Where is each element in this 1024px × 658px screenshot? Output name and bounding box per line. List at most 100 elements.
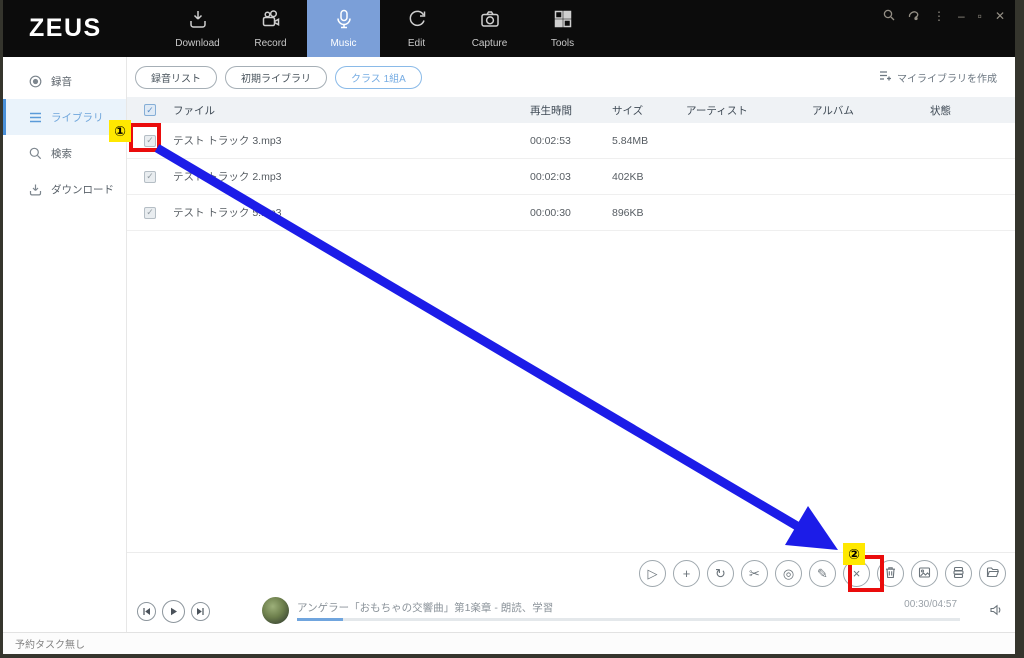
- play-icon: ▷: [648, 566, 658, 582]
- tab-record[interactable]: Record: [234, 0, 307, 57]
- row-checkbox[interactable]: ✓: [144, 207, 156, 219]
- record-dot-icon: [28, 75, 42, 88]
- sidebar-item-label: 検索: [51, 146, 72, 161]
- speaker-icon: [989, 604, 1003, 621]
- nav-label: Download: [175, 38, 219, 49]
- sidebar: 録音 ライブラリ 検索 ダウンロード: [3, 57, 127, 632]
- top-navigation-bar: ZEUS Download Record: [3, 0, 1015, 57]
- download-small-icon: [28, 183, 42, 196]
- filter-pill-class-1a[interactable]: クラス 1組A: [335, 66, 422, 89]
- cell-size: 402KB: [612, 171, 686, 183]
- volume-button[interactable]: [989, 603, 1003, 622]
- cell-file: テスト トラック 5.mp3: [173, 205, 530, 220]
- previous-icon: [142, 603, 151, 621]
- disc-icon: ◎: [783, 566, 794, 582]
- cut-button[interactable]: ✂: [741, 560, 768, 587]
- main-nav: Download Record Music: [161, 0, 599, 57]
- tab-edit[interactable]: Edit: [380, 0, 453, 57]
- nav-label: Edit: [408, 38, 425, 49]
- grid-icon: [552, 8, 574, 35]
- close-button[interactable]: ✕: [995, 10, 1005, 22]
- convert-button[interactable]: ↻: [707, 560, 734, 587]
- create-my-library-button[interactable]: マイライブラリを作成: [879, 69, 997, 85]
- previous-track-button[interactable]: [137, 602, 156, 621]
- tab-download[interactable]: Download: [161, 0, 234, 57]
- maximize-button[interactable]: ▫: [978, 10, 982, 22]
- sidebar-item-label: 録音: [51, 74, 72, 89]
- sidebar-item-search[interactable]: 検索: [3, 135, 126, 171]
- open-folder-button[interactable]: [979, 560, 1006, 587]
- column-header-size[interactable]: サイズ: [612, 103, 686, 118]
- column-header-file[interactable]: ファイル: [173, 103, 530, 118]
- filter-pill-default-library[interactable]: 初期ライブラリ: [225, 66, 327, 89]
- cell-duration: 00:00:30: [530, 207, 612, 219]
- column-header-album[interactable]: アルバム: [812, 103, 930, 118]
- list-plus-icon: [879, 69, 892, 85]
- video-camera-icon: [260, 8, 282, 35]
- minimize-button[interactable]: –: [958, 10, 965, 22]
- main-content: 録音リスト 初期ライブラリ クラス 1組A マイライブラリを作成 ✓ ファイル …: [127, 57, 1015, 632]
- image-icon: [918, 566, 931, 582]
- zeus-logo: ZEUS: [29, 14, 102, 43]
- player-time: 00:30/04:57: [904, 599, 957, 610]
- sidebar-item-label: ライブラリ: [51, 110, 104, 125]
- sidebar-item-recording[interactable]: 録音: [3, 63, 126, 99]
- folder-icon: [986, 566, 999, 582]
- download-icon: [187, 8, 209, 35]
- cell-duration: 00:02:03: [530, 171, 612, 183]
- step-1-badge: ①: [109, 120, 131, 142]
- tab-music[interactable]: Music: [307, 0, 380, 57]
- pill-label: 初期ライブラリ: [241, 70, 311, 85]
- track-list: ✓ テスト トラック 3.mp3 00:02:53 5.84MB ✓ テスト ト…: [127, 123, 1015, 231]
- edit-tag-button[interactable]: ✎: [809, 560, 836, 587]
- burn-disc-button[interactable]: ◎: [775, 560, 802, 587]
- table-row[interactable]: ✓ テスト トラック 3.mp3 00:02:53 5.84MB: [127, 123, 1015, 159]
- row-checkbox[interactable]: ✓: [144, 171, 156, 183]
- nav-label: Record: [254, 38, 286, 49]
- refresh-icon: ↻: [715, 566, 726, 582]
- cell-file: テスト トラック 3.mp3: [173, 133, 530, 148]
- filter-bar: 録音リスト 初期ライブラリ クラス 1組A マイライブラリを作成: [127, 57, 1015, 97]
- track-title: アンゲラー「おもちゃの交響曲」第1楽章 - 朗読、学習: [297, 600, 553, 615]
- player-bar: アンゲラー「おもちゃの交響曲」第1楽章 - 朗読、学習 00:30/04:57: [127, 594, 1015, 632]
- select-all-checkbox[interactable]: ✓: [144, 104, 156, 116]
- column-header-status[interactable]: 状態: [930, 103, 1015, 118]
- filter-pill-recording-list[interactable]: 録音リスト: [135, 66, 217, 89]
- player-progress-bar[interactable]: [297, 618, 960, 621]
- stack-icon: [952, 566, 965, 582]
- sidebar-item-download[interactable]: ダウンロード: [3, 171, 126, 207]
- plus-icon: +: [683, 566, 691, 581]
- table-row[interactable]: ✓ テスト トラック 5.mp3 00:00:30 896KB: [127, 195, 1015, 231]
- batch-button[interactable]: [945, 560, 972, 587]
- next-icon: [196, 603, 205, 621]
- menu-dots-icon[interactable]: ⋮: [933, 10, 945, 22]
- player-progress-fill: [297, 618, 343, 621]
- status-bar: 予約タスク無し: [3, 632, 1015, 654]
- add-button[interactable]: +: [673, 560, 700, 587]
- cover-image-button[interactable]: [911, 560, 938, 587]
- microphone-icon: [333, 8, 355, 35]
- convert-arrows-icon: [406, 8, 428, 35]
- column-header-duration[interactable]: 再生時間: [530, 103, 612, 118]
- nav-label: Music: [330, 38, 356, 49]
- sidebar-item-library[interactable]: ライブラリ: [3, 99, 126, 135]
- next-track-button[interactable]: [191, 602, 210, 621]
- tab-capture[interactable]: Capture: [453, 0, 526, 57]
- search-icon[interactable]: [883, 9, 895, 23]
- play-button[interactable]: ▷: [639, 560, 666, 587]
- album-art[interactable]: [262, 597, 289, 624]
- player-controls: [137, 600, 210, 623]
- table-header: ✓ ファイル 再生時間 サイズ アーティスト アルバム 状態: [127, 97, 1015, 123]
- table-row[interactable]: ✓ テスト トラック 2.mp3 00:02:03 402KB: [127, 159, 1015, 195]
- list-icon: [28, 111, 42, 124]
- step-2-badge: ②: [843, 543, 865, 565]
- nav-label: Capture: [472, 38, 508, 49]
- tab-tools[interactable]: Tools: [526, 0, 599, 57]
- play-track-button[interactable]: [162, 600, 185, 623]
- column-header-artist[interactable]: アーティスト: [686, 103, 812, 118]
- support-icon[interactable]: [908, 9, 920, 23]
- window-controls: ⋮ – ▫ ✕: [883, 9, 1005, 23]
- sidebar-item-label: ダウンロード: [51, 182, 114, 197]
- pill-label: 録音リスト: [151, 70, 201, 85]
- pill-label: クラス 1組A: [351, 70, 406, 85]
